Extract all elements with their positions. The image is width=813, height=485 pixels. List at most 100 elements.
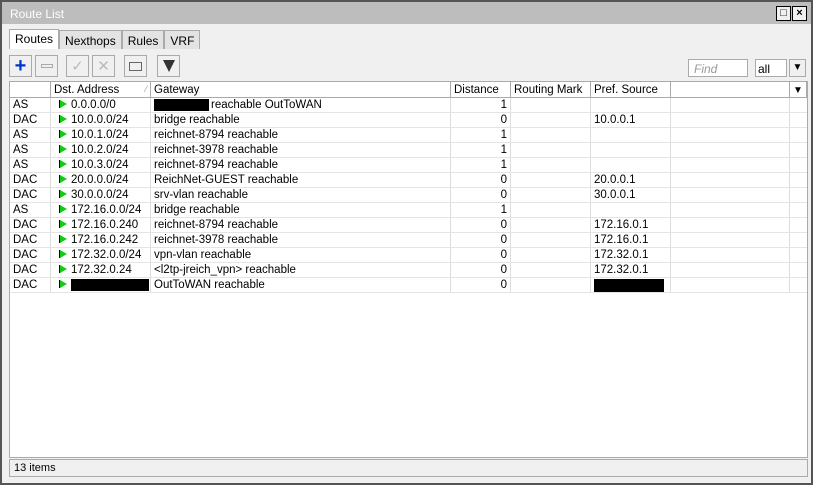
col-flags[interactable] bbox=[10, 82, 51, 97]
route-flags: DAC bbox=[10, 248, 51, 262]
pref-source: 172.16.0.1 bbox=[594, 234, 649, 246]
dst-address-cell: 172.16.0.0/24 bbox=[51, 203, 151, 217]
routing-mark bbox=[511, 188, 591, 202]
route-flags: AS bbox=[10, 98, 51, 112]
close-icon[interactable]: × bbox=[792, 6, 807, 21]
table-row[interactable]: DAC 172.16.0.242 reichnet-3978 reachable 0 1… bbox=[10, 233, 807, 248]
gateway-cell: reichnet-8794 reachable bbox=[151, 158, 451, 172]
table-row[interactable]: DAC 30.0.0.0/24 srv-vlan reachable 0 30.0.0.… bbox=[10, 188, 807, 203]
title-bar: Route List bbox=[2, 2, 811, 24]
tab-routes[interactable]: Routes bbox=[9, 29, 60, 49]
redacted-block bbox=[594, 279, 664, 292]
tab-vrf[interactable]: VRF bbox=[164, 30, 201, 49]
dst-address: 20.0.0.0/24 bbox=[71, 174, 129, 186]
table-row[interactable]: AS 10.0.1.0/24 reichnet-8794 reachable 1 bbox=[10, 128, 807, 143]
dst-address-cell: 10.0.1.0/24 bbox=[51, 128, 151, 142]
window-title: Route List bbox=[10, 7, 65, 21]
pref-source-cell: 172.16.0.1 bbox=[591, 218, 671, 232]
pref-source-cell bbox=[591, 278, 671, 292]
redacted-block bbox=[71, 279, 149, 291]
gateway: reachable OutToWAN bbox=[211, 99, 322, 112]
dst-address: 0.0.0.0/0 bbox=[71, 99, 116, 111]
dst-address-cell: 10.0.0.0/24 bbox=[51, 113, 151, 127]
dst-address-cell: 172.16.0.242 bbox=[51, 233, 151, 247]
sort-icon: ⁄ bbox=[145, 84, 147, 94]
dst-address: 10.0.3.0/24 bbox=[71, 159, 129, 171]
dst-address: 172.16.0.242 bbox=[71, 234, 139, 246]
gateway: ReichNet-GUEST reachable bbox=[154, 174, 299, 186]
dst-address: 10.0.0.0/24 bbox=[71, 114, 129, 126]
tab-rules[interactable]: Rules bbox=[121, 30, 165, 49]
route-flags: DAC bbox=[10, 278, 51, 292]
gateway: OutToWAN reachable bbox=[154, 279, 265, 291]
gateway: bridge reachable bbox=[154, 204, 240, 216]
table-row[interactable]: AS 0.0.0.0/0 reachable OutToWAN 1 bbox=[10, 98, 807, 113]
empty-cell bbox=[671, 278, 790, 292]
gateway-cell: ReichNet-GUEST reachable bbox=[151, 173, 451, 187]
enable-button[interactable]: ✓ bbox=[66, 55, 89, 77]
filter-button[interactable] bbox=[157, 55, 180, 77]
route-flags: DAC bbox=[10, 188, 51, 202]
distance: 1 bbox=[451, 98, 511, 112]
route-table: Dst. Address ⁄ Gateway Distance Routing M… bbox=[9, 81, 808, 458]
table-row[interactable]: AS 172.16.0.0/24 bridge reachable 1 bbox=[10, 203, 807, 218]
route-flags: AS bbox=[10, 203, 51, 217]
pref-source: 172.32.0.1 bbox=[594, 249, 649, 261]
route-active-flag-icon bbox=[60, 250, 67, 258]
empty-cell bbox=[671, 218, 790, 232]
dst-address-cell: 172.32.0.24 bbox=[51, 263, 151, 277]
col-dst-address[interactable]: Dst. Address ⁄ bbox=[51, 82, 151, 97]
comment-button[interactable] bbox=[124, 55, 147, 77]
select-dropdown-icon[interactable]: ▼ bbox=[789, 59, 806, 77]
pref-source-cell bbox=[591, 128, 671, 142]
gateway: reichnet-3978 reachable bbox=[154, 144, 279, 156]
find-input[interactable]: Find bbox=[688, 59, 748, 77]
empty-cell bbox=[671, 98, 790, 112]
col-distance[interactable]: Distance bbox=[451, 82, 511, 97]
col-dst-address-label: Dst. Address bbox=[54, 84, 120, 96]
table-row[interactable]: AS 10.0.3.0/24 reichnet-8794 reachable 1 bbox=[10, 158, 807, 173]
tab-nexthops[interactable]: Nexthops bbox=[59, 30, 122, 49]
table-row[interactable]: DAC 10.0.0.0/24 bridge reachable 0 10.0.0.1 bbox=[10, 113, 807, 128]
pref-source: 10.0.0.1 bbox=[594, 114, 636, 126]
disable-button[interactable]: ✕ bbox=[92, 55, 115, 77]
table-row[interactable]: DAC 20.0.0.0/24 ReichNet-GUEST reachable 0 2… bbox=[10, 173, 807, 188]
table-row[interactable]: DAC 172.32.0.24 <l2tp-jreich_vpn> reachabl… bbox=[10, 263, 807, 278]
empty-cell bbox=[671, 263, 790, 277]
distance: 0 bbox=[451, 263, 511, 277]
gateway: reichnet-8794 reachable bbox=[154, 219, 279, 231]
routing-mark bbox=[511, 128, 591, 142]
dst-address: 172.32.0.0/24 bbox=[71, 249, 142, 261]
add-button[interactable]: + bbox=[9, 55, 32, 77]
distance: 0 bbox=[451, 233, 511, 247]
empty-cell bbox=[671, 188, 790, 202]
maximize-icon[interactable]: □ bbox=[776, 6, 791, 21]
table-row[interactable]: AS 10.0.2.0/24 reichnet-3978 reachable 1 bbox=[10, 143, 807, 158]
routing-mark bbox=[511, 98, 591, 112]
status-bar: 13 items bbox=[9, 459, 808, 477]
distance: 1 bbox=[451, 203, 511, 217]
remove-button[interactable] bbox=[35, 55, 58, 77]
dst-address: 172.16.0.0/24 bbox=[71, 204, 142, 216]
table-row[interactable]: DAC 172.16.0.240 reichnet-8794 reachable 0 1… bbox=[10, 218, 807, 233]
table-row[interactable]: DAC 172.32.0.0/24 vpn-vlan reachable 0 172.3… bbox=[10, 248, 807, 263]
route-active-flag-icon bbox=[60, 280, 67, 289]
check-icon: ✓ bbox=[71, 58, 84, 75]
gateway: vpn-vlan reachable bbox=[154, 249, 252, 261]
table-row[interactable]: DAC OutToWAN reachable 0 bbox=[10, 278, 807, 293]
route-flags: DAC bbox=[10, 263, 51, 277]
routing-mark bbox=[511, 143, 591, 157]
dst-address: 30.0.0.0/24 bbox=[71, 189, 129, 201]
gateway-cell: OutToWAN reachable bbox=[151, 278, 451, 292]
distance: 0 bbox=[451, 113, 511, 127]
col-routing-mark[interactable]: Routing Mark bbox=[511, 82, 591, 97]
columns-menu-icon[interactable]: ▼ bbox=[790, 82, 807, 97]
distance: 0 bbox=[451, 278, 511, 292]
tab-bar: Routes Nexthops Rules VRF bbox=[9, 29, 201, 49]
route-active-flag-icon bbox=[60, 115, 67, 123]
pref-source: 172.32.0.1 bbox=[594, 264, 649, 276]
filter-select[interactable]: all bbox=[755, 59, 787, 77]
col-pref-source[interactable]: Pref. Source bbox=[591, 82, 671, 97]
routing-mark bbox=[511, 233, 591, 247]
col-gateway[interactable]: Gateway bbox=[151, 82, 451, 97]
